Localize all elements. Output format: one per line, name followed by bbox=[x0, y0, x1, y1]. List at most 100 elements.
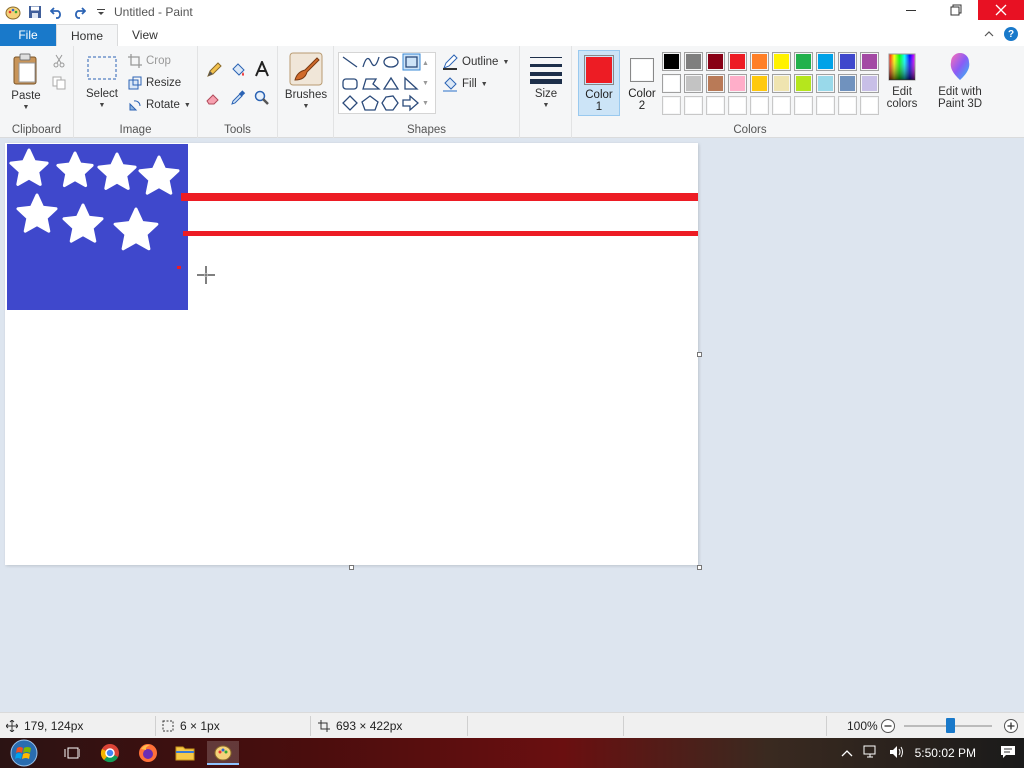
resize-handle-right[interactable] bbox=[697, 352, 702, 357]
resize-handle-bottom[interactable] bbox=[349, 565, 354, 570]
help-icon[interactable]: ? bbox=[1004, 27, 1018, 41]
resize-button[interactable]: Resize bbox=[128, 76, 181, 90]
maximize-button[interactable] bbox=[933, 0, 978, 20]
palette-color-swatch[interactable] bbox=[860, 74, 879, 93]
pencil-tool[interactable] bbox=[206, 62, 222, 78]
palette-color-swatch[interactable] bbox=[794, 74, 813, 93]
minimize-button[interactable] bbox=[888, 0, 933, 20]
palette-color-swatch[interactable] bbox=[794, 96, 813, 115]
firefox-taskbar-button[interactable] bbox=[134, 741, 162, 765]
tab-file[interactable]: File bbox=[0, 24, 56, 46]
palette-color-swatch[interactable] bbox=[684, 96, 703, 115]
drawing-canvas[interactable] bbox=[5, 143, 698, 565]
tab-view[interactable]: View bbox=[118, 24, 172, 46]
resize-handle-corner[interactable] bbox=[697, 565, 702, 570]
rounded-rectangle-shape-icon[interactable] bbox=[342, 78, 358, 90]
paint-app-icon[interactable] bbox=[4, 3, 22, 21]
palette-color-swatch[interactable] bbox=[750, 96, 769, 115]
text-tool[interactable] bbox=[254, 61, 270, 77]
tab-home[interactable]: Home bbox=[56, 24, 119, 46]
palette-color-swatch[interactable] bbox=[662, 52, 681, 71]
color1-button[interactable]: Color 1 bbox=[578, 50, 620, 116]
red-stripe-bottom bbox=[183, 231, 698, 236]
rectangle-shape-icon[interactable] bbox=[402, 53, 421, 71]
fill-button[interactable]: Fill ▼ bbox=[442, 76, 488, 92]
eraser-tool[interactable] bbox=[206, 90, 222, 106]
palette-color-swatch[interactable] bbox=[706, 74, 725, 93]
shapes-scroll[interactable]: ▲ ▼ ▼ bbox=[422, 54, 429, 114]
fill-tool[interactable] bbox=[230, 62, 246, 78]
palette-color-swatch[interactable] bbox=[684, 52, 703, 71]
line-shape-icon[interactable] bbox=[342, 56, 358, 68]
palette-color-swatch[interactable] bbox=[772, 96, 791, 115]
network-icon[interactable] bbox=[863, 745, 879, 762]
paint-taskbar-button[interactable] bbox=[207, 741, 239, 765]
collapse-ribbon-icon[interactable] bbox=[984, 27, 994, 41]
oval-shape-icon[interactable] bbox=[383, 56, 399, 68]
palette-color-swatch[interactable] bbox=[662, 74, 681, 93]
zoom-in-button[interactable] bbox=[1003, 713, 1019, 739]
rotate-button[interactable]: Rotate ▼ bbox=[128, 98, 191, 112]
outline-button[interactable]: Outline ▼ bbox=[442, 54, 509, 70]
paste-button[interactable]: Paste ▼ bbox=[6, 52, 46, 114]
undo-icon[interactable] bbox=[48, 3, 66, 21]
pentagon-shape-icon[interactable] bbox=[361, 95, 379, 111]
palette-color-swatch[interactable] bbox=[816, 52, 835, 71]
palette-color-swatch[interactable] bbox=[860, 52, 879, 71]
palette-color-swatch[interactable] bbox=[662, 96, 681, 115]
triangle-shape-icon[interactable] bbox=[382, 76, 400, 90]
edit-colors-button[interactable]: Edit colors bbox=[884, 52, 920, 110]
brushes-button[interactable]: Brushes ▼ bbox=[284, 52, 328, 113]
palette-color-swatch[interactable] bbox=[706, 96, 725, 115]
cut-button[interactable] bbox=[52, 54, 66, 68]
palette-color-swatch[interactable] bbox=[728, 52, 747, 71]
palette-color-swatch[interactable] bbox=[794, 52, 813, 71]
crop-button[interactable]: Crop bbox=[128, 54, 171, 68]
copy-button[interactable] bbox=[52, 76, 66, 90]
task-view-button[interactable] bbox=[58, 741, 86, 765]
palette-color-swatch[interactable] bbox=[816, 74, 835, 93]
customize-qat-icon[interactable] bbox=[92, 3, 110, 21]
show-hidden-icons[interactable] bbox=[841, 746, 853, 760]
right-triangle-shape-icon[interactable] bbox=[404, 76, 419, 90]
clock[interactable]: 5:50:02 PM bbox=[915, 746, 976, 760]
chrome-taskbar-button[interactable] bbox=[96, 741, 124, 765]
color2-button[interactable]: Color 2 bbox=[622, 50, 662, 116]
size-button[interactable]: Size ▼ bbox=[526, 54, 566, 112]
diamond-shape-icon[interactable] bbox=[342, 95, 358, 111]
palette-color-swatch[interactable] bbox=[706, 52, 725, 71]
volume-icon[interactable] bbox=[889, 745, 905, 762]
palette-color-swatch[interactable] bbox=[772, 52, 791, 71]
start-button[interactable] bbox=[4, 739, 44, 767]
arrow-shape-icon[interactable] bbox=[402, 94, 419, 112]
file-explorer-taskbar-button[interactable] bbox=[171, 741, 199, 765]
palette-color-swatch[interactable] bbox=[684, 74, 703, 93]
palette-color-swatch[interactable] bbox=[728, 74, 747, 93]
hexagon-shape-icon[interactable] bbox=[381, 95, 399, 111]
palette-color-swatch[interactable] bbox=[860, 96, 879, 115]
status-divider bbox=[826, 716, 827, 736]
zoom-level-text: 100% bbox=[847, 719, 878, 733]
edit-with-paint3d-button[interactable]: Edit with Paint 3D bbox=[932, 52, 988, 110]
action-center-icon[interactable] bbox=[1000, 745, 1016, 762]
palette-color-swatch[interactable] bbox=[728, 96, 747, 115]
redo-icon[interactable] bbox=[70, 3, 88, 21]
palette-color-swatch[interactable] bbox=[750, 52, 769, 71]
palette-color-swatch[interactable] bbox=[838, 52, 857, 71]
curve-shape-icon[interactable] bbox=[362, 56, 380, 68]
save-icon[interactable] bbox=[26, 3, 44, 21]
select-button[interactable]: Select ▼ bbox=[84, 54, 120, 112]
zoom-out-button[interactable] bbox=[880, 713, 896, 739]
tools-group: Tools bbox=[198, 46, 278, 138]
close-button[interactable] bbox=[978, 0, 1024, 20]
color-picker-tool[interactable] bbox=[230, 90, 246, 106]
palette-color-swatch[interactable] bbox=[838, 96, 857, 115]
zoom-slider-thumb[interactable] bbox=[946, 718, 955, 733]
canvas-workspace[interactable] bbox=[0, 138, 1024, 712]
magnifier-tool[interactable] bbox=[254, 90, 270, 106]
palette-color-swatch[interactable] bbox=[838, 74, 857, 93]
palette-color-swatch[interactable] bbox=[750, 74, 769, 93]
palette-color-swatch[interactable] bbox=[772, 74, 791, 93]
polygon-shape-icon[interactable] bbox=[362, 78, 381, 90]
palette-color-swatch[interactable] bbox=[816, 96, 835, 115]
